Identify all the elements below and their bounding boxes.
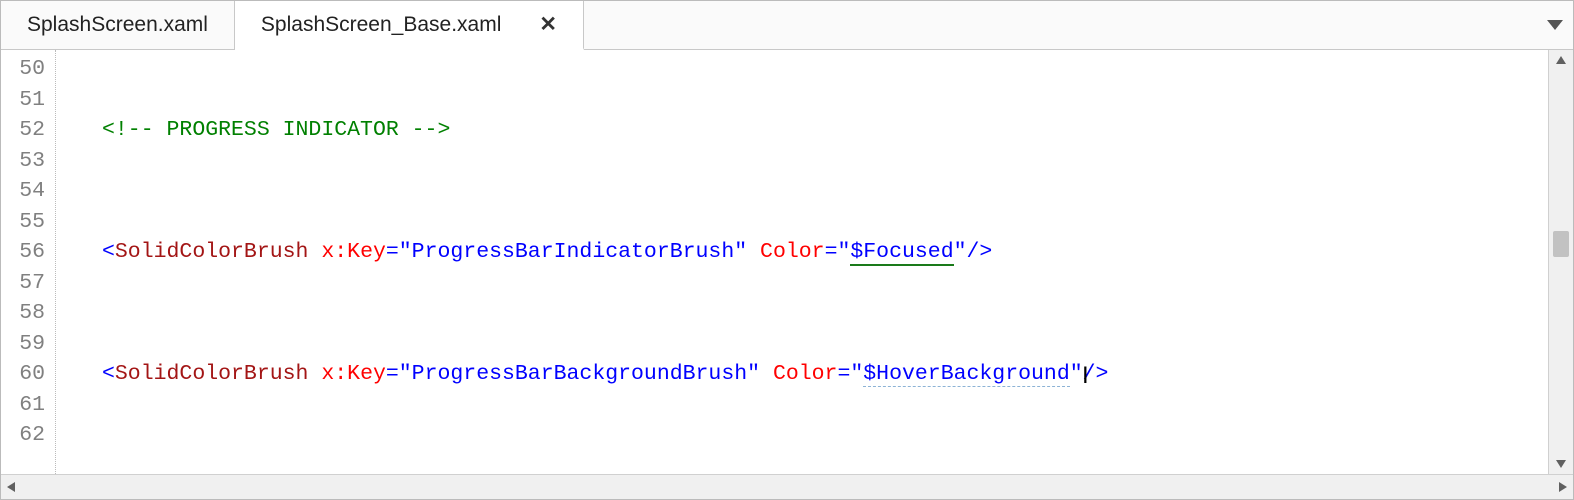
tab-strip: SplashScreen.xaml SplashScreen_Base.xaml… bbox=[1, 1, 1573, 50]
line-number: 52 bbox=[11, 115, 45, 146]
scroll-left-arrow-icon[interactable] bbox=[1, 475, 21, 499]
code-line: <SolidColorBrush x:Key="ProgressBarBackg… bbox=[56, 359, 1548, 390]
code-line bbox=[56, 420, 1548, 451]
scroll-down-arrow-icon[interactable] bbox=[1549, 454, 1573, 474]
line-number: 58 bbox=[11, 298, 45, 329]
chevron-down-icon bbox=[1547, 20, 1563, 30]
line-number: 60 bbox=[11, 359, 45, 390]
line-number-gutter: 50 51 52 53 54 55 56 57 58 59 60 61 62 bbox=[1, 50, 56, 474]
scrollbar-thumb[interactable] bbox=[1553, 231, 1569, 257]
editor-window: SplashScreen.xaml SplashScreen_Base.xaml… bbox=[0, 0, 1574, 500]
scrollbar-track[interactable] bbox=[1549, 70, 1573, 454]
code-line bbox=[56, 176, 1548, 207]
close-icon[interactable]: ✕ bbox=[539, 12, 557, 37]
tab-label: SplashScreen_Base.xaml bbox=[261, 13, 501, 37]
tab-splashscreen[interactable]: SplashScreen.xaml bbox=[1, 1, 235, 49]
line-number: 59 bbox=[11, 329, 45, 360]
scrollbar-track[interactable] bbox=[21, 475, 1553, 499]
tab-overflow-dropdown[interactable] bbox=[1547, 1, 1563, 49]
tab-label: SplashScreen.xaml bbox=[27, 13, 208, 37]
line-number: 56 bbox=[11, 237, 45, 268]
line-number: 62 bbox=[11, 420, 45, 451]
code-line: <SolidColorBrush x:Key="ProgressBarIndic… bbox=[56, 237, 1548, 268]
code-editor[interactable]: 50 51 52 53 54 55 56 57 58 59 60 61 62 <… bbox=[1, 50, 1548, 474]
line-number: 57 bbox=[11, 268, 45, 299]
editor-area: 50 51 52 53 54 55 56 57 58 59 60 61 62 <… bbox=[1, 50, 1573, 499]
line-number: 53 bbox=[11, 146, 45, 177]
line-number: 51 bbox=[11, 85, 45, 116]
code-line bbox=[56, 298, 1548, 329]
scroll-up-arrow-icon[interactable] bbox=[1549, 50, 1573, 70]
text-caret: I bbox=[1082, 361, 1089, 392]
line-number: 61 bbox=[11, 390, 45, 421]
code-content[interactable]: <!-- PROGRESS INDICATOR --> <SolidColorB… bbox=[56, 50, 1548, 474]
line-number: 50 bbox=[11, 54, 45, 85]
horizontal-scrollbar[interactable] bbox=[1, 474, 1573, 499]
line-number: 54 bbox=[11, 176, 45, 207]
tab-splashscreen-base[interactable]: SplashScreen_Base.xaml ✕ bbox=[235, 1, 584, 50]
vertical-scrollbar[interactable] bbox=[1548, 50, 1573, 474]
code-line: <!-- PROGRESS INDICATOR --> bbox=[56, 115, 1548, 146]
scroll-right-arrow-icon[interactable] bbox=[1553, 475, 1573, 499]
line-number: 55 bbox=[11, 207, 45, 238]
